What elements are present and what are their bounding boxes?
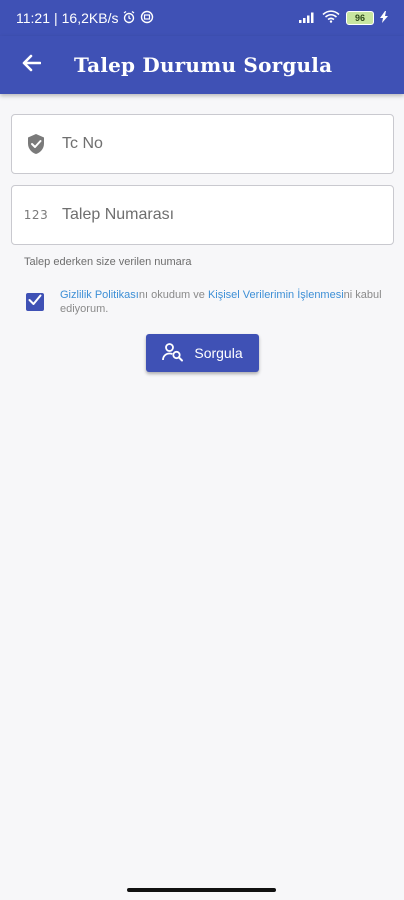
consent-row: Gizlilik Politikasını okudum ve Kişisel … — [26, 288, 396, 316]
consent-text-part1: nı okudum ve — [138, 289, 208, 301]
request-number-helper: Talep ederken size verilen numara — [24, 256, 192, 268]
charging-icon — [380, 10, 388, 26]
query-button[interactable]: Sorgula — [146, 334, 259, 372]
personal-data-link[interactable]: Kişisel Verilerimin İşlenmesi — [208, 289, 344, 301]
signal-icon — [298, 10, 316, 26]
consent-text: Gizlilik Politikasını okudum ve Kişisel … — [60, 288, 396, 316]
user-search-icon — [162, 342, 184, 365]
tc-no-input[interactable] — [62, 135, 393, 153]
battery-icon: 96 — [346, 11, 374, 25]
status-time: 11:21 — [16, 10, 50, 26]
query-button-label: Sorgula — [194, 345, 243, 361]
status-right: 96 — [298, 10, 388, 26]
alarm-icon — [122, 10, 136, 27]
shield-icon — [24, 133, 48, 155]
tc-no-field[interactable] — [11, 114, 394, 174]
numeric-icon: 123 — [23, 208, 49, 222]
request-number-input[interactable] — [62, 206, 393, 224]
arrow-left-icon — [21, 54, 42, 77]
home-indicator[interactable] — [127, 888, 276, 892]
request-number-field[interactable]: 123 — [11, 185, 394, 245]
app-bar: Talep Durumu Sorgula — [0, 36, 404, 94]
check-icon — [28, 293, 42, 311]
status-left: 11:21 | 16,2KB/s — [16, 10, 154, 27]
wifi-icon — [322, 10, 340, 26]
status-network-speed: 16,2KB/s — [61, 10, 119, 26]
app-notification-icon — [140, 10, 154, 27]
status-bar: 11:21 | 16,2KB/s 96 — [0, 0, 404, 36]
consent-checkbox[interactable] — [26, 293, 44, 311]
page-title: Talep Durumu Sorgula — [74, 53, 333, 77]
back-button[interactable] — [16, 50, 46, 80]
privacy-policy-link[interactable]: Gizlilik Politikası — [60, 289, 139, 301]
